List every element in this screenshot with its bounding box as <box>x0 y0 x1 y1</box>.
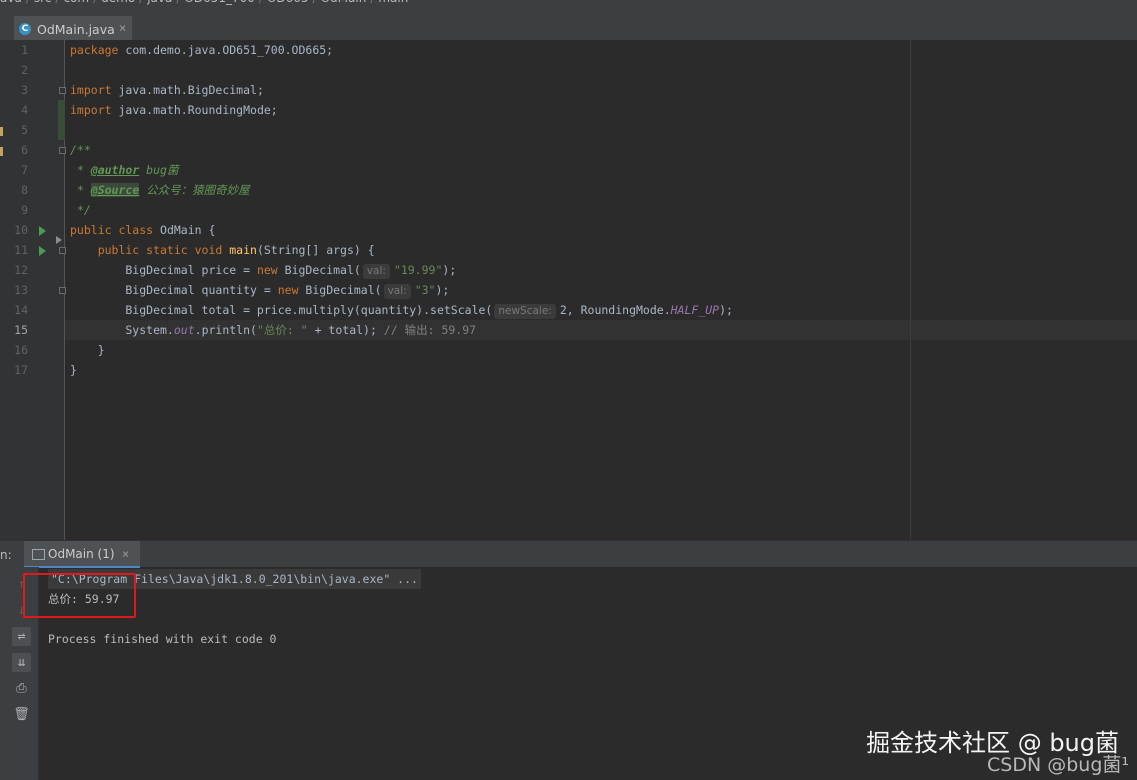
line-number: 14 <box>14 303 28 317</box>
code-line-12: BigDecimal price = new BigDecimal(val: "1… <box>70 263 457 279</box>
line-number: 6 <box>21 143 28 157</box>
right-margin-guide <box>910 40 911 540</box>
breadcrumb-item[interactable]: OdMain <box>321 0 367 5</box>
code-line-1: package com.demo.java.OD651_700.OD665; <box>70 43 334 57</box>
console-exit-line: Process finished with exit code 0 <box>48 632 277 646</box>
code-line-17: } <box>70 363 77 377</box>
breadcrumb-separator: / <box>259 0 263 5</box>
line-number: 11 <box>14 243 28 257</box>
line-number: 5 <box>21 123 28 137</box>
print-icon[interactable]: ⎙ <box>12 679 31 698</box>
code-line-9: */ <box>70 203 91 217</box>
param-hint: val: <box>383 284 411 299</box>
line-number: 10 <box>14 223 28 237</box>
line-number: 17 <box>14 363 28 377</box>
line-number: 13 <box>14 283 28 297</box>
line-number: 9 <box>21 203 28 217</box>
code-editor[interactable]: 1 2 3 4 5 6 7 8 9 10 11 12 13 14 15 16 17 package com.de… <box>0 40 1137 540</box>
run-class-icon[interactable] <box>39 226 46 236</box>
breadcrumb-separator: / <box>370 0 374 5</box>
line-number: 12 <box>14 263 28 277</box>
code-line-8: * @Source 公众号：猿圈奇妙屋 <box>70 183 250 197</box>
fold-icon[interactable] <box>59 287 66 294</box>
line-number: 1 <box>21 43 28 57</box>
breadcrumb-item[interactable]: com <box>63 0 89 5</box>
line-number: 4 <box>21 103 28 117</box>
console-icon <box>32 549 45 560</box>
code-line-4: import java.math.RoundingMode; <box>70 103 278 117</box>
class-icon: C <box>19 23 31 35</box>
breadcrumb-separator: / <box>26 0 30 5</box>
breadcrumb-item[interactable]: ava <box>0 0 22 5</box>
code-line-6: /** <box>70 143 91 157</box>
line-number: 7 <box>21 163 28 177</box>
breadcrumb-separator: / <box>313 0 317 5</box>
vcs-change-marker <box>58 100 65 140</box>
breadcrumb-item[interactable]: OD665 <box>267 0 309 5</box>
trash-icon[interactable]: 🗑 <box>12 705 31 724</box>
fold-icon[interactable] <box>59 87 66 94</box>
scroll-to-end-icon[interactable]: ⇊ <box>12 653 31 672</box>
line-number: 8 <box>21 183 28 197</box>
run-label: n: <box>0 548 12 562</box>
code-line-7: * @author bug菌 <box>70 163 179 177</box>
code-line-11: public static void main(String[] args) { <box>70 243 375 257</box>
code-line-16: } <box>70 343 105 357</box>
red-highlight-box <box>23 573 136 618</box>
breadcrumb-separator: / <box>139 0 143 5</box>
run-tab-odmain[interactable]: OdMain (1) × <box>24 541 140 568</box>
line-number: 15 <box>14 323 28 337</box>
code-line-13: BigDecimal quantity = new BigDecimal(val… <box>70 283 450 299</box>
breadcrumb-item[interactable]: main <box>378 0 408 5</box>
fold-icon[interactable] <box>59 147 66 154</box>
line-gutter: 1 2 3 4 5 6 7 8 9 10 11 12 13 14 15 16 17 <box>0 40 66 540</box>
breadcrumb-item[interactable]: demo <box>101 0 135 5</box>
code-line-14: BigDecimal total = price.multiply(quanti… <box>70 303 733 319</box>
code-line-15: System.out.println("总价: " + total); // 输… <box>70 323 477 337</box>
run-main-icon[interactable] <box>39 246 46 256</box>
bookmark-icon <box>0 147 3 156</box>
code-line-3: import java.math.BigDecimal; <box>70 83 264 97</box>
code-line-10: public class OdMain { <box>70 223 216 237</box>
line-number: 2 <box>21 63 28 77</box>
fold-icon[interactable] <box>59 247 66 254</box>
run-tab-label: OdMain (1) <box>48 547 115 561</box>
breadcrumb-item[interactable]: java <box>147 0 172 5</box>
close-icon[interactable]: × <box>119 21 126 35</box>
breadcrumb-item[interactable]: OD651_700 <box>184 0 255 5</box>
line-number: 16 <box>14 343 28 357</box>
watermark-csdn: CSDN @bug菌¹ <box>987 754 1129 776</box>
param-hint: newScale: <box>494 304 556 319</box>
breadcrumb-item[interactable]: src <box>34 0 52 5</box>
tab-label: OdMain.java <box>37 22 115 37</box>
implements-icon <box>56 236 62 244</box>
breadcrumb-separator: / <box>55 0 59 5</box>
breadcrumb-separator: / <box>176 0 180 5</box>
param-hint: val: <box>362 264 390 279</box>
soft-wrap-icon[interactable]: ⇌ <box>12 627 31 646</box>
breadcrumb-separator: / <box>93 0 97 5</box>
editor-tab-bar: C OdMain.java × <box>0 8 1137 47</box>
bookmark-icon <box>0 127 3 136</box>
line-number: 3 <box>21 83 28 97</box>
breadcrumb: ava/src/com/demo/java/OD651_700/OD665/Od… <box>0 0 1137 8</box>
close-icon[interactable]: × <box>122 547 129 561</box>
run-header: n: OdMain (1) × <box>0 540 1137 568</box>
